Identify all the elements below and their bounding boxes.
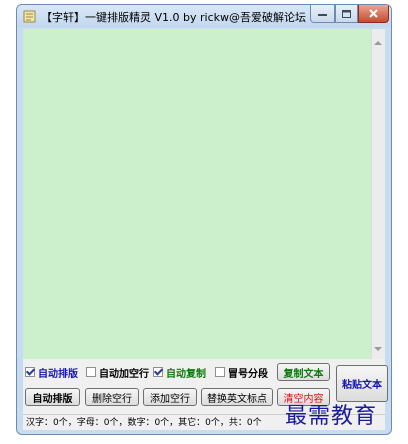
auto-format-button[interactable]: 自动排版 <box>25 388 80 406</box>
paste-text-button[interactable]: 粘贴文本 <box>336 365 388 402</box>
scroll-up-arrow-icon[interactable] <box>374 41 382 45</box>
option-auto-format-label: 自动排版 <box>38 368 78 380</box>
checkbox-add-blank-line[interactable] <box>86 367 96 377</box>
maximize-button[interactable] <box>335 5 358 23</box>
scroll-down-arrow-icon[interactable] <box>374 347 382 351</box>
maximize-icon <box>342 9 351 18</box>
checkbox-colon-split[interactable] <box>215 367 225 377</box>
vertical-scrollbar[interactable] <box>371 29 385 359</box>
title-bar[interactable]: 【字轩】一键排版精灵 V1.0 by rickw@吾爱破解论坛 <box>17 5 391 27</box>
option-colon-split[interactable]: 冒号分段 <box>215 365 268 380</box>
option-add-blank-line-label: 自动加空行 <box>99 368 149 380</box>
close-icon <box>369 9 378 18</box>
minimize-button[interactable] <box>310 5 335 23</box>
checkbox-auto-copy[interactable] <box>153 367 163 377</box>
option-add-blank-line[interactable]: 自动加空行 <box>86 365 149 380</box>
checkbox-auto-format[interactable] <box>25 367 35 377</box>
option-auto-format[interactable]: 自动排版 <box>25 365 78 380</box>
close-button[interactable] <box>358 5 389 23</box>
delete-blank-lines-button[interactable]: 删除空行 <box>85 388 139 406</box>
minimize-icon <box>318 13 327 16</box>
option-colon-split-label: 冒号分段 <box>228 368 268 380</box>
option-auto-copy[interactable]: 自动复制 <box>153 365 206 380</box>
text-editor[interactable] <box>23 29 371 359</box>
add-blank-lines-button[interactable]: 添加空行 <box>143 388 197 406</box>
app-window: 【字轩】一键排版精灵 V1.0 by rickw@吾爱破解论坛 自动排版 自动加… <box>16 4 392 435</box>
note-icon <box>23 10 36 23</box>
copy-text-button[interactable]: 复制文本 <box>277 363 330 381</box>
client-area: 自动排版 自动加空行 自动复制 冒号分段 复制文本 粘贴文本 自动排版 删除空行… <box>23 29 388 430</box>
watermark-text: 最需教育 <box>285 404 378 429</box>
option-auto-copy-label: 自动复制 <box>166 368 206 380</box>
window-title: 【字轩】一键排版精灵 V1.0 by rickw@吾爱破解论坛 <box>41 11 306 24</box>
replace-english-punctuation-button[interactable]: 替换英文标点 <box>201 388 273 406</box>
